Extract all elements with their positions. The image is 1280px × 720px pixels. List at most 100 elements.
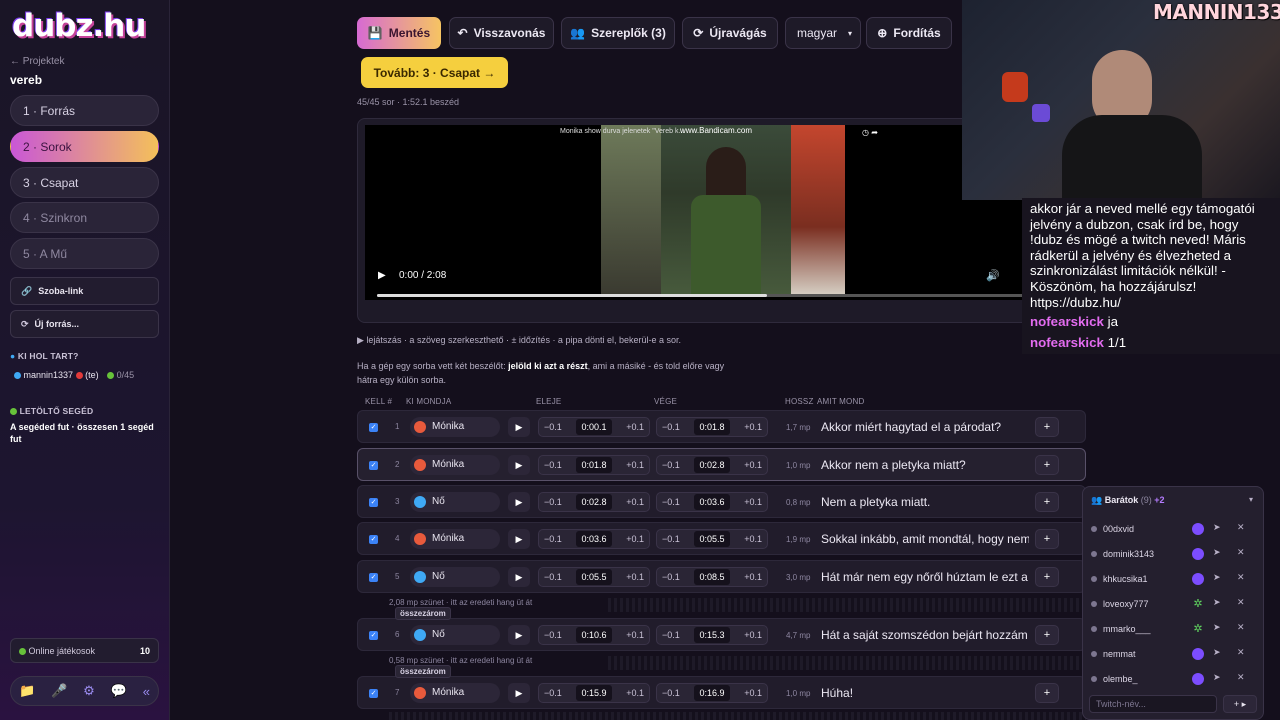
speaker-select[interactable]: Mónika bbox=[410, 417, 500, 437]
volume-icon[interactable]: 🔊 bbox=[986, 269, 1000, 282]
line-text[interactable]: Akkor miért hagytad el a párodat? bbox=[821, 420, 1029, 434]
end-plus-button[interactable]: +0.1 bbox=[744, 497, 762, 507]
line-text[interactable]: Nem a pletyka miatt. bbox=[821, 495, 1029, 509]
include-checkbox[interactable]: ✓ bbox=[369, 535, 378, 544]
line-text[interactable]: Hát a saját szomszédon bejárt hozzám b bbox=[821, 628, 1029, 642]
send-icon[interactable]: ➤ bbox=[1213, 547, 1221, 558]
speaker-select[interactable]: Nő bbox=[410, 567, 500, 587]
next-step-button[interactable]: Tovább: 3 · Csapat → bbox=[361, 57, 508, 88]
friend-item[interactable]: mmarko___ ✲ ➤ ✕ bbox=[1089, 620, 1255, 640]
step-sync[interactable]: 4 · Szinkron bbox=[10, 202, 159, 233]
add-line-button[interactable]: + bbox=[1035, 567, 1059, 587]
start-plus-button[interactable]: +0.1 bbox=[626, 422, 644, 432]
friend-item[interactable]: olembe_ ➤ ✕ bbox=[1089, 670, 1255, 690]
play-line-button[interactable]: ▶ bbox=[508, 567, 530, 587]
end-plus-button[interactable]: +0.1 bbox=[744, 422, 762, 432]
breadcrumb-projects[interactable]: ← Projektek bbox=[10, 56, 64, 67]
speaker-select[interactable]: Mónika bbox=[410, 529, 500, 549]
send-icon[interactable]: ➤ bbox=[1213, 597, 1221, 608]
chevron-down-icon[interactable]: ▾ bbox=[1249, 495, 1253, 504]
end-plus-button[interactable]: +0.1 bbox=[744, 460, 762, 470]
friend-item[interactable]: dominik3143 ➤ ✕ bbox=[1089, 545, 1255, 565]
end-plus-button[interactable]: +0.1 bbox=[744, 630, 762, 640]
friend-item[interactable]: nemmat ➤ ✕ bbox=[1089, 645, 1255, 665]
friend-item[interactable]: 00dxvid ➤ ✕ bbox=[1089, 520, 1255, 540]
new-source-button[interactable]: ⟳ Új forrás... bbox=[10, 310, 159, 338]
send-icon[interactable]: ➤ bbox=[1213, 572, 1221, 583]
chat-icon[interactable]: 💬 bbox=[111, 683, 127, 699]
end-time[interactable]: 0:15.3 bbox=[694, 627, 730, 643]
play-line-button[interactable]: ▶ bbox=[508, 455, 530, 475]
add-friend-button[interactable]: + ▸ bbox=[1223, 695, 1257, 713]
start-plus-button[interactable]: +0.1 bbox=[626, 460, 644, 470]
speaker-select[interactable]: Nő bbox=[410, 625, 500, 645]
logo[interactable]: dubz.hu bbox=[12, 8, 146, 44]
folder-icon[interactable]: 📁 bbox=[19, 683, 35, 699]
end-time[interactable]: 0:01.8 bbox=[694, 419, 730, 435]
start-time[interactable]: 0:00.1 bbox=[576, 419, 612, 435]
end-minus-button[interactable]: −0.1 bbox=[662, 534, 680, 544]
end-minus-button[interactable]: −0.1 bbox=[662, 630, 680, 640]
send-icon[interactable]: ➤ bbox=[1213, 622, 1221, 633]
play-icon[interactable]: ▶ bbox=[378, 270, 386, 281]
speaker-select[interactable]: Nő bbox=[410, 492, 500, 512]
add-line-button[interactable]: + bbox=[1035, 492, 1059, 512]
friend-item[interactable]: khkucsika1 ➤ ✕ bbox=[1089, 570, 1255, 590]
play-line-button[interactable]: ▶ bbox=[508, 625, 530, 645]
end-time[interactable]: 0:02.8 bbox=[694, 457, 730, 473]
send-icon[interactable]: ➤ bbox=[1213, 647, 1221, 658]
end-minus-button[interactable]: −0.1 bbox=[662, 497, 680, 507]
close-icon[interactable]: ✕ bbox=[1237, 522, 1245, 533]
add-line-button[interactable]: + bbox=[1035, 417, 1059, 437]
start-minus-button[interactable]: −0.1 bbox=[544, 534, 562, 544]
step-source[interactable]: 1 · Forrás bbox=[10, 95, 159, 126]
end-time[interactable]: 0:05.5 bbox=[694, 531, 730, 547]
start-plus-button[interactable]: +0.1 bbox=[626, 630, 644, 640]
close-icon[interactable]: ✕ bbox=[1237, 647, 1245, 658]
start-time[interactable]: 0:01.8 bbox=[576, 457, 612, 473]
start-time[interactable]: 0:10.6 bbox=[576, 627, 612, 643]
start-time[interactable]: 0:03.6 bbox=[576, 531, 612, 547]
play-line-button[interactable]: ▶ bbox=[508, 683, 530, 703]
start-minus-button[interactable]: −0.1 bbox=[544, 630, 562, 640]
close-icon[interactable]: ✕ bbox=[1237, 572, 1245, 583]
friend-item[interactable]: loveoxy777 ✲ ➤ ✕ bbox=[1089, 595, 1255, 615]
send-icon[interactable]: ➤ bbox=[1213, 522, 1221, 533]
start-time[interactable]: 0:05.5 bbox=[576, 569, 612, 585]
end-minus-button[interactable]: −0.1 bbox=[662, 688, 680, 698]
step-lines[interactable]: 2 · Sorok bbox=[10, 131, 159, 162]
end-time[interactable]: 0:16.9 bbox=[694, 685, 730, 701]
start-plus-button[interactable]: +0.1 bbox=[626, 534, 644, 544]
include-checkbox[interactable]: ✓ bbox=[369, 689, 378, 698]
room-link-button[interactable]: 🔗 Szoba-link bbox=[10, 277, 159, 305]
add-line-button[interactable]: + bbox=[1035, 625, 1059, 645]
line-text[interactable]: Sokkal inkább, amit mondtál, hogy nem bbox=[821, 532, 1029, 546]
end-plus-button[interactable]: +0.1 bbox=[744, 572, 762, 582]
add-line-button[interactable]: + bbox=[1035, 683, 1059, 703]
clock-icon[interactable]: ◷ ➦ bbox=[862, 128, 878, 137]
close-gap-button[interactable]: összezárom bbox=[395, 607, 451, 620]
end-minus-button[interactable]: −0.1 bbox=[662, 422, 680, 432]
start-time[interactable]: 0:02.8 bbox=[576, 494, 612, 510]
reset-button[interactable]: ⟳ Újravágás bbox=[682, 17, 778, 49]
end-time[interactable]: 0:03.6 bbox=[694, 494, 730, 510]
language-select[interactable]: magyar ▾ bbox=[785, 17, 861, 49]
step-work[interactable]: 5 · A Mű bbox=[10, 238, 159, 269]
close-icon[interactable]: ✕ bbox=[1237, 597, 1245, 608]
add-line-button[interactable]: + bbox=[1035, 529, 1059, 549]
include-checkbox[interactable]: ✓ bbox=[369, 498, 378, 507]
start-minus-button[interactable]: −0.1 bbox=[544, 422, 562, 432]
start-minus-button[interactable]: −0.1 bbox=[544, 572, 562, 582]
send-icon[interactable]: ➤ bbox=[1213, 672, 1221, 683]
step-team[interactable]: 3 · Csapat bbox=[10, 167, 159, 198]
gear-icon[interactable]: ⚙ bbox=[83, 683, 95, 699]
start-plus-button[interactable]: +0.1 bbox=[626, 572, 644, 582]
add-line-button[interactable]: + bbox=[1035, 455, 1059, 475]
start-minus-button[interactable]: −0.1 bbox=[544, 688, 562, 698]
play-line-button[interactable]: ▶ bbox=[508, 529, 530, 549]
end-minus-button[interactable]: −0.1 bbox=[662, 572, 680, 582]
include-checkbox[interactable]: ✓ bbox=[369, 631, 378, 640]
twitch-name-input[interactable]: Twitch-név... bbox=[1089, 695, 1217, 713]
line-text[interactable]: Hát már nem egy nőről húztam le ezt a bbox=[821, 570, 1029, 584]
play-line-button[interactable]: ▶ bbox=[508, 417, 530, 437]
